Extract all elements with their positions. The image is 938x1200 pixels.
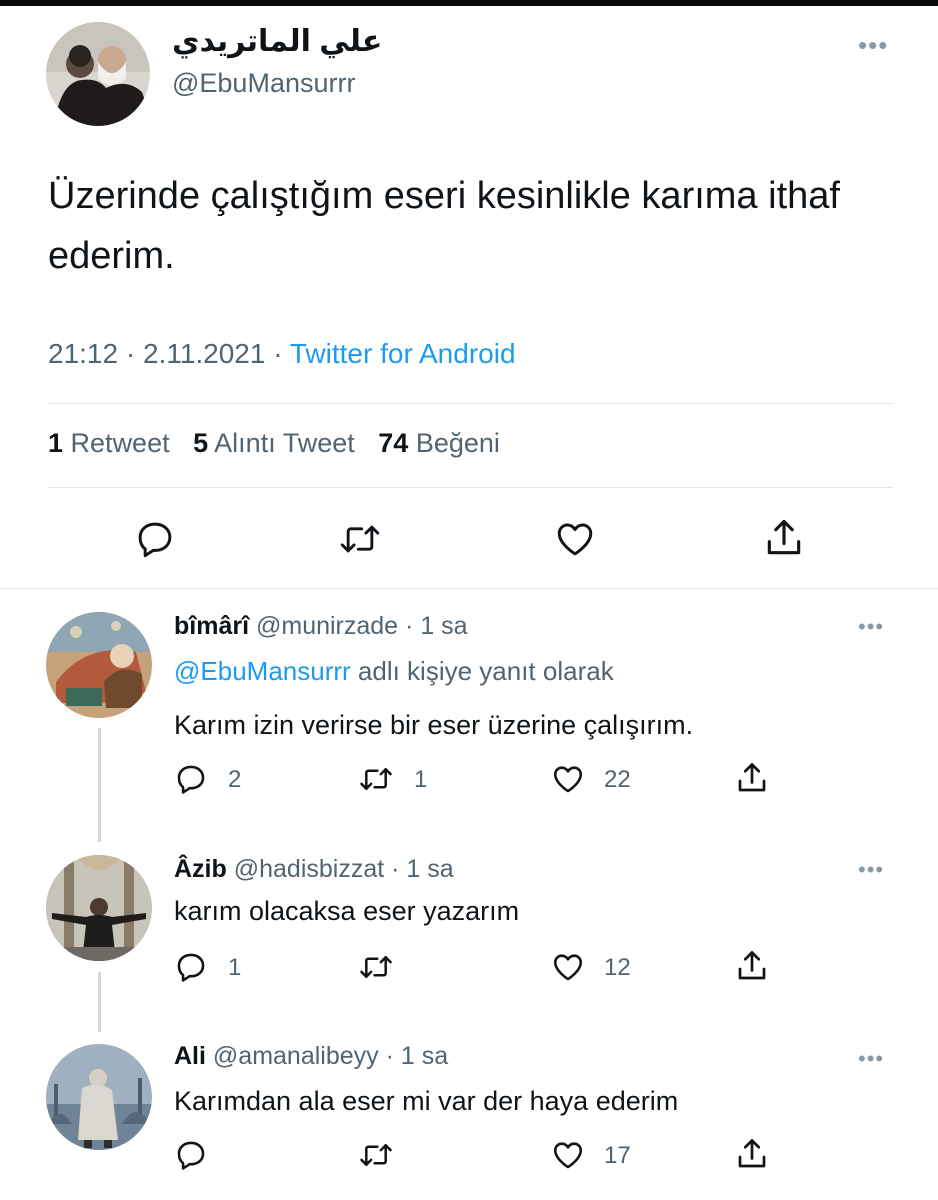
top-edge <box>0 0 938 6</box>
tweet-meta: 21:12 · 2.11.2021 · Twitter for Android <box>48 338 516 370</box>
reply-author-handle[interactable]: @hadisbizzat <box>234 855 384 883</box>
divider <box>48 403 893 404</box>
likes-label: Beğeni <box>415 428 500 458</box>
meta-separator: · <box>273 338 283 369</box>
like-icon[interactable] <box>550 950 586 984</box>
meta-separator: · <box>125 338 136 369</box>
retweet-icon[interactable] <box>358 762 394 796</box>
reply-avatar[interactable] <box>46 855 152 961</box>
reply-header: Âzib @hadisbizzat · 1 sa <box>174 855 454 884</box>
retweets-stat[interactable]: 1 Retweet <box>48 428 170 458</box>
tweet-time: 21:12 <box>48 338 119 369</box>
like-icon[interactable] <box>550 762 586 796</box>
divider <box>0 588 938 589</box>
reply-text: Karım izin verirse bir eser üzerine çalı… <box>174 710 694 740</box>
retweet-icon[interactable] <box>358 950 394 984</box>
tweet-date: 2.11.2021 <box>142 338 266 369</box>
reply-author-name[interactable]: Ali <box>174 1042 206 1070</box>
reply-icon[interactable] <box>174 1138 208 1172</box>
main-avatar[interactable] <box>46 22 150 126</box>
tweet-source-link[interactable]: Twitter for Android <box>290 338 516 369</box>
reply-icon[interactable] <box>174 762 208 796</box>
retweets-count: 1 <box>48 428 64 458</box>
author-handle[interactable]: @EbuMansurrr <box>172 68 355 99</box>
tweet-stats: 1 Retweet 5 Alıntı Tweet 74 Beğeni <box>48 428 500 459</box>
share-icon[interactable] <box>734 1136 770 1172</box>
reply-author-name[interactable]: bîmârî <box>174 612 249 640</box>
divider <box>48 487 893 488</box>
likes-count: 74 <box>378 428 409 458</box>
more-icon[interactable]: ••• <box>858 857 884 883</box>
more-icon[interactable]: ••• <box>858 30 888 61</box>
quotes-label: Alıntı Tweet <box>214 428 355 458</box>
reply-icon[interactable] <box>174 950 208 984</box>
reply-time[interactable]: · 1 sa <box>405 612 468 640</box>
reply-header: bîmârî @munirzade · 1 sa <box>174 612 468 641</box>
tweet-text: Üzerinde çalıştığım eseri kesinlikle kar… <box>48 175 840 277</box>
reply-author-handle[interactable]: @munirzade <box>256 612 398 640</box>
reply-header: Ali @amanalibeyy · 1 sa <box>174 1042 448 1071</box>
reply-time[interactable]: · 1 sa <box>386 1042 449 1070</box>
thread-line <box>98 972 101 1032</box>
like-icon[interactable] <box>550 1138 586 1172</box>
reply-author-handle[interactable]: @amanalibeyy <box>213 1042 379 1070</box>
reply-text: karım olacaksa eser yazarım <box>174 896 520 926</box>
reply-count: 1 <box>228 954 242 981</box>
more-icon[interactable]: ••• <box>858 1046 884 1072</box>
reply-count: 2 <box>228 766 242 793</box>
reply-context-suffix: adlı kişiye yanıt olarak <box>357 656 614 686</box>
reply-avatar[interactable] <box>46 1044 152 1150</box>
share-icon[interactable] <box>734 760 770 796</box>
like-count: 22 <box>604 766 631 793</box>
like-count: 17 <box>604 1142 631 1169</box>
author-name[interactable]: علي الماتريدي <box>172 24 382 59</box>
like-icon[interactable] <box>553 518 597 560</box>
reply-icon[interactable] <box>134 518 176 560</box>
share-icon[interactable] <box>762 516 806 560</box>
reply-author-name[interactable]: Âzib <box>174 855 227 883</box>
reply-text: Karımdan ala eser mi var der haya ederim <box>174 1086 679 1116</box>
thread-line <box>98 728 101 842</box>
like-count: 12 <box>604 954 631 981</box>
retweets-label: Retweet <box>70 428 170 458</box>
reply-time[interactable]: · 1 sa <box>391 855 454 883</box>
quotes-count: 5 <box>193 428 209 458</box>
quotes-stat[interactable]: 5 Alıntı Tweet <box>193 428 355 458</box>
retweet-icon[interactable] <box>358 1138 394 1172</box>
share-icon[interactable] <box>734 948 770 984</box>
more-icon[interactable]: ••• <box>858 614 884 640</box>
likes-stat[interactable]: 74 Beğeni <box>378 428 500 458</box>
reply-context: @EbuMansurrr adlı kişiye yanıt olarak <box>174 656 614 687</box>
retweet-icon[interactable] <box>338 518 382 560</box>
retweet-count: 1 <box>414 766 428 793</box>
reply-avatar[interactable] <box>46 612 152 718</box>
reply-mention-link[interactable]: @EbuMansurrr <box>174 656 351 686</box>
